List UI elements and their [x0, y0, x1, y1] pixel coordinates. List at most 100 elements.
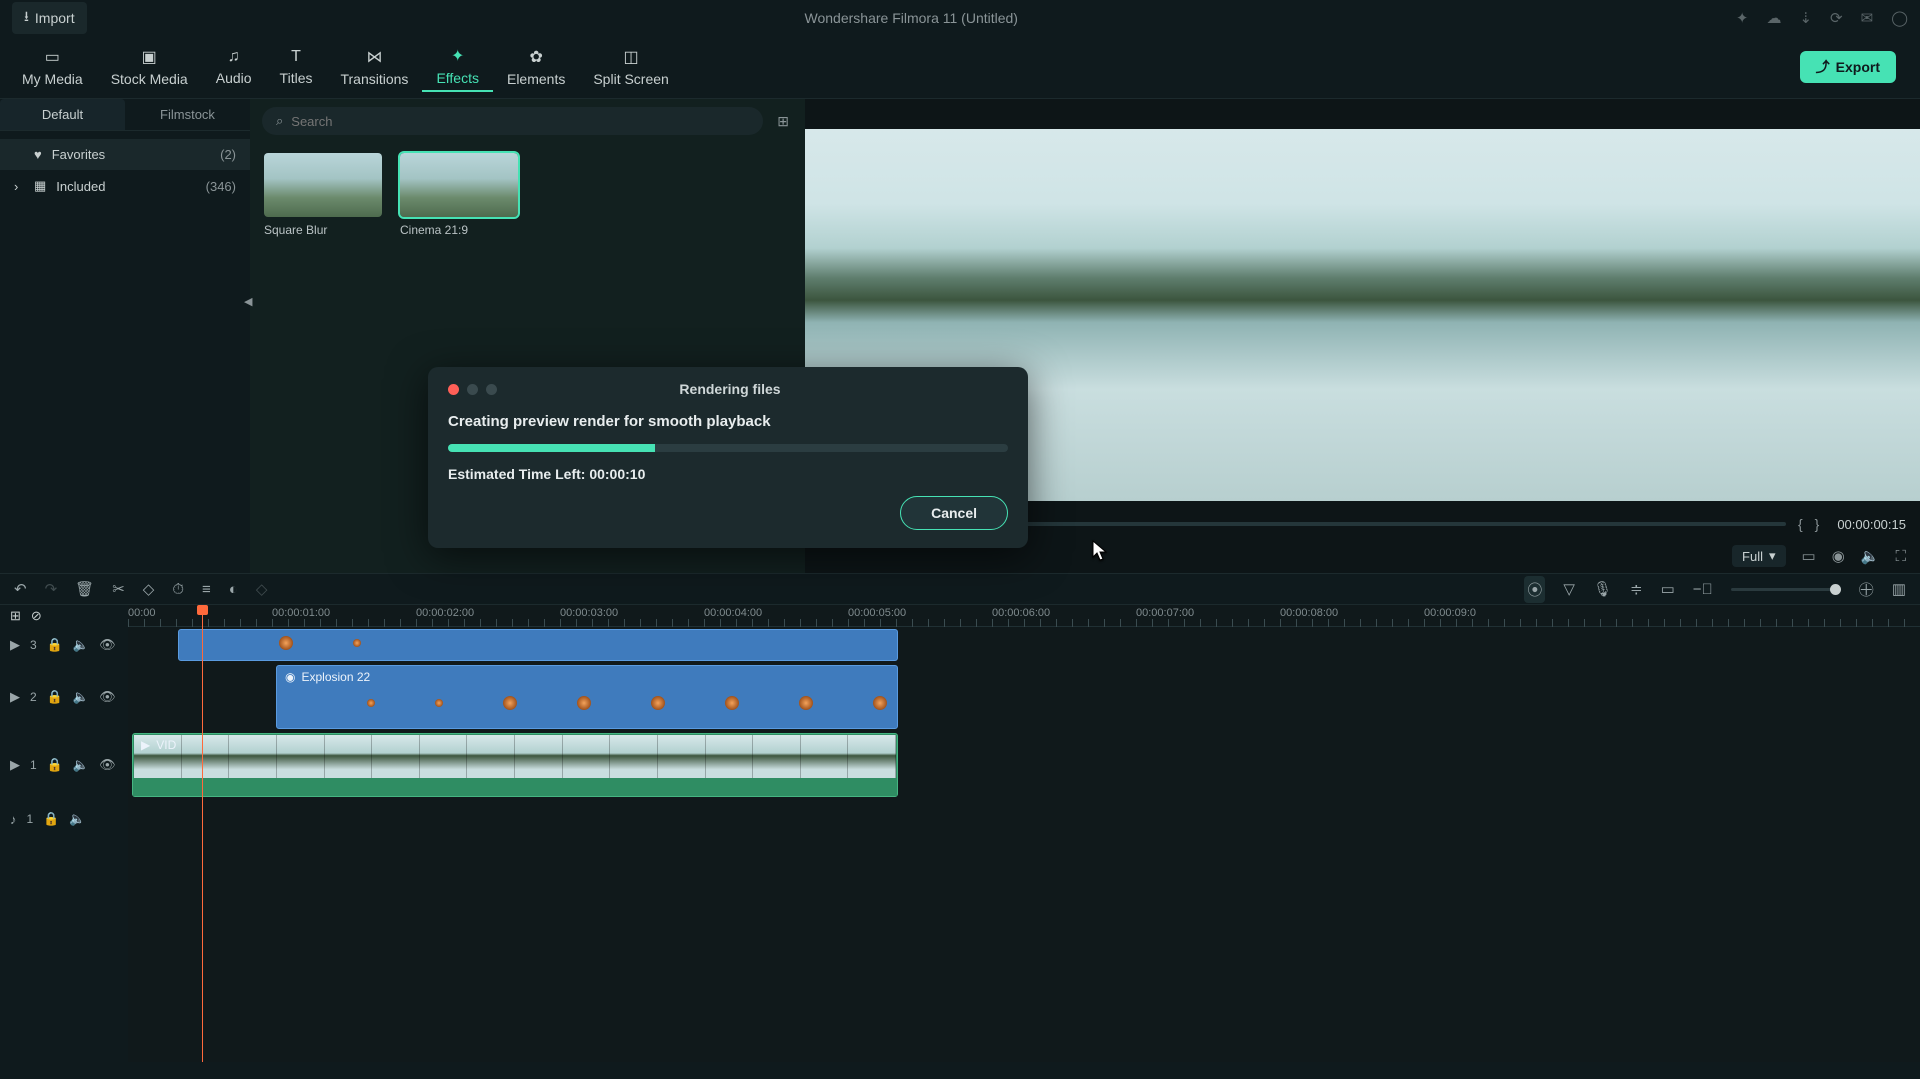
track-number: 1	[27, 812, 34, 826]
audio-icon: ♫	[228, 48, 240, 66]
export-button[interactable]: ⤴ Export	[1800, 51, 1896, 83]
refresh-icon[interactable]: ⟳	[1830, 9, 1843, 27]
close-dot-icon[interactable]	[448, 384, 459, 395]
effect-thumb-square-blur[interactable]: Square Blur	[264, 153, 382, 237]
subtab-default[interactable]: Default	[0, 99, 125, 130]
eye-icon[interactable]: 👁	[99, 757, 116, 773]
voiceover-icon[interactable]: 🎙	[1593, 580, 1612, 598]
redo-icon[interactable]: ↷	[45, 580, 58, 598]
tab-transitions[interactable]: ⋈Transitions	[326, 43, 422, 91]
tab-audio[interactable]: ♫Audio	[202, 44, 266, 90]
sidebar-item-included[interactable]: › ▦ Included (346)	[0, 170, 250, 202]
snapshot-icon[interactable]: ◉	[1832, 547, 1845, 565]
add-track-icon[interactable]: ⊞	[10, 608, 21, 624]
track-header-1[interactable]: ▶ 1 🔒 🔈 👁	[0, 731, 128, 799]
import-button[interactable]: ⭳ Import	[12, 2, 87, 34]
undo-icon[interactable]: ↶	[14, 580, 27, 598]
sidebar-item-favorites[interactable]: ♥ Favorites (2)	[0, 139, 250, 170]
fullscreen-icon[interactable]: ⛶	[1895, 548, 1906, 565]
clip-title: VID	[156, 738, 176, 752]
titlebar-right-icons: ✦ ☁ ⇣ ⟳ ✉ ◯	[1736, 9, 1908, 27]
ruler-label: 00:00:09:0	[1424, 607, 1476, 619]
zoom-in-icon[interactable]: ＋⃝	[1859, 579, 1874, 600]
marker-icon[interactable]: ▽	[1563, 580, 1575, 598]
preview-quality-dropdown[interactable]: Full ▾	[1732, 545, 1785, 567]
track-header-audio-1[interactable]: ♪ 1 🔒 🔈	[0, 799, 128, 839]
tab-stock-media[interactable]: ▣Stock Media	[97, 43, 202, 91]
spark-icon	[367, 699, 375, 707]
zoom-fit-icon[interactable]: ▥	[1892, 580, 1906, 598]
eye-icon[interactable]: 👁	[99, 689, 116, 705]
volume-icon[interactable]: 🔈	[1861, 547, 1880, 565]
mixer-icon[interactable]: ≑	[1630, 580, 1643, 598]
zoom-out-icon[interactable]: −⃝	[1693, 581, 1713, 598]
lock-icon[interactable]: 🔒	[47, 757, 63, 773]
search-box[interactable]: ⌕	[262, 107, 763, 135]
keyframe-icon[interactable]: ◇	[256, 580, 268, 598]
display-icon[interactable]: ▭	[1802, 547, 1816, 565]
lock-icon[interactable]: 🔒	[47, 637, 63, 653]
mark-in-icon[interactable]: {	[1798, 516, 1803, 532]
eye-icon[interactable]: 👁	[99, 637, 116, 653]
playhead[interactable]	[202, 605, 203, 1062]
sidebar-item-count: (2)	[220, 147, 236, 162]
render-preview-icon[interactable]: ⦿	[1524, 576, 1545, 603]
list-icon[interactable]: ≡	[202, 581, 211, 598]
tab-titles[interactable]: TTitles	[266, 44, 327, 90]
user-icon[interactable]: ◯	[1891, 9, 1908, 27]
clip-explosion-22[interactable]: ◉ Explosion 22	[276, 665, 898, 729]
mute-icon[interactable]: 🔈	[73, 757, 89, 773]
ruler-ticks	[128, 619, 1920, 627]
cloud-icon[interactable]: ☁	[1766, 9, 1781, 27]
split-icon[interactable]: ✂	[112, 580, 125, 598]
clip-video[interactable]: ▶ VID	[132, 733, 898, 797]
mark-out-icon[interactable]: }	[1815, 516, 1820, 532]
timeline-ruler[interactable]: 00:00 00:00:01:00 00:00:02:00 00:00:03:0…	[128, 605, 1920, 627]
tab-split-screen[interactable]: ◫Split Screen	[579, 43, 682, 91]
track-header-2[interactable]: ▶ 2 🔒 🔈 👁	[0, 663, 128, 731]
tab-label: Titles	[280, 70, 313, 86]
video-track-3[interactable]	[128, 627, 1920, 663]
tab-my-media[interactable]: ▭My Media	[8, 43, 97, 91]
mute-icon[interactable]: 🔈	[73, 689, 89, 705]
view-grid-icon[interactable]: ⊞	[773, 109, 793, 134]
clip-effect[interactable]	[178, 629, 898, 661]
tab-elements[interactable]: ✿Elements	[493, 43, 579, 91]
collapse-sidebar-icon[interactable]: ◀	[244, 295, 252, 308]
track-header-3[interactable]: ▶ 3 🔒 🔈 👁	[0, 627, 128, 663]
link-icon[interactable]: ⊘	[31, 608, 42, 624]
delete-icon[interactable]: 🗑	[75, 580, 94, 598]
ruler-label: 00:00	[128, 607, 156, 619]
sparkle-icon[interactable]: ✦	[1736, 9, 1749, 27]
speed-icon[interactable]: ⏱	[172, 581, 184, 598]
adjust-icon[interactable]: ▭	[1661, 580, 1675, 598]
zoom-knob[interactable]	[1830, 584, 1841, 595]
tab-label: My Media	[22, 71, 83, 87]
timeline[interactable]: 00:00 00:00:01:00 00:00:02:00 00:00:03:0…	[128, 605, 1920, 1062]
video-track-2[interactable]: ◉ Explosion 22	[128, 663, 1920, 731]
download-icon[interactable]: ⇣	[1799, 9, 1812, 27]
mail-icon[interactable]: ✉	[1861, 9, 1874, 27]
thumb-label: Square Blur	[264, 223, 382, 237]
zoom-slider[interactable]	[1731, 588, 1841, 591]
track-headers: ⊞ ⊘ ▶ 3 🔒 🔈 👁 ▶ 2 🔒 🔈 👁 ▶ 1 🔒 🔈 👁 ♪ 1	[0, 605, 128, 1062]
mute-icon[interactable]: 🔈	[73, 637, 89, 653]
image-icon: ▣	[142, 47, 157, 67]
cancel-button[interactable]: Cancel	[900, 496, 1008, 530]
mute-icon[interactable]: 🔈	[69, 811, 85, 827]
search-input[interactable]	[291, 114, 749, 129]
subtab-filmstock[interactable]: Filmstock	[125, 99, 250, 130]
ruler-label: 00:00:03:00	[560, 607, 618, 619]
tab-effects[interactable]: ✦Effects	[422, 42, 493, 92]
ruler-label: 00:00:06:00	[992, 607, 1050, 619]
window-title: Wondershare Filmora 11 (Untitled)	[87, 10, 1736, 26]
lock-icon[interactable]: 🔒	[47, 689, 63, 705]
mouse-cursor	[1092, 540, 1110, 569]
lock-icon[interactable]: 🔒	[43, 811, 59, 827]
color-icon[interactable]: ◐	[229, 581, 238, 598]
tab-label: Effects	[436, 70, 479, 86]
video-track-1[interactable]: ▶ VID	[128, 731, 1920, 799]
ruler-label: 00:00:02:00	[416, 607, 474, 619]
crop-icon[interactable]: ◇	[143, 580, 155, 598]
effect-thumb-cinema-21-9[interactable]: Cinema 21:9	[400, 153, 518, 237]
